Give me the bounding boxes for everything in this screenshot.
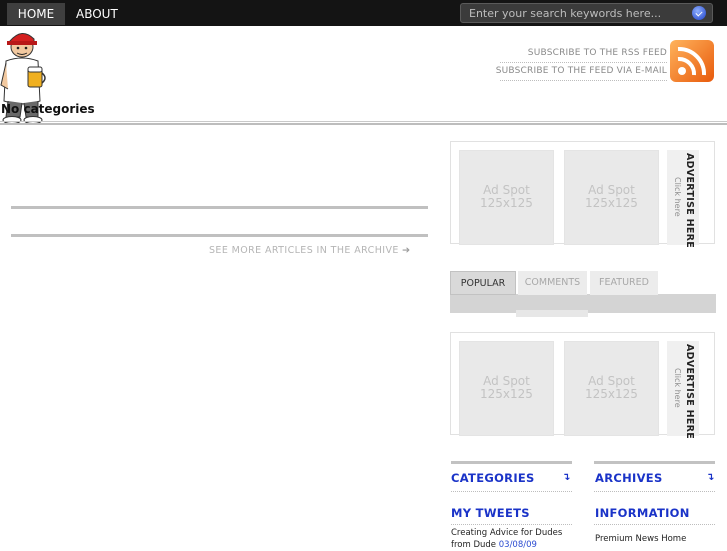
tab-featured[interactable]: FEATURED bbox=[590, 271, 658, 295]
rss-divider bbox=[500, 62, 667, 63]
categories-status-label: No categories bbox=[1, 102, 95, 116]
rss-subscribe-link[interactable]: SUBSCRIBE TO THE RSS FEED bbox=[528, 48, 667, 58]
ad-block-top: Ad Spot 125x125 Ad Spot 125x125 ADVERTIS… bbox=[450, 141, 715, 249]
email-subscribe-link[interactable]: SUBSCRIBE TO THE FEED VIA E-MAIL bbox=[496, 66, 667, 76]
information-link[interactable]: Premium News Home bbox=[595, 534, 686, 544]
ad-spot-size: 125x125 bbox=[480, 387, 533, 401]
advertise-here-label: ADVERTISE HERE bbox=[684, 153, 695, 249]
header-divider bbox=[0, 121, 727, 125]
nav-about-link[interactable]: ABOUT bbox=[76, 3, 118, 25]
search-input[interactable] bbox=[469, 5, 684, 21]
search-box bbox=[460, 3, 713, 23]
tweets-divider bbox=[451, 524, 572, 525]
rss-feed-icon[interactable] bbox=[670, 40, 714, 82]
archive-link[interactable]: SEE MORE ARTICLES IN THE ARCHIVE ➔ bbox=[209, 245, 411, 256]
click-here-label: Click here bbox=[673, 368, 682, 408]
expand-arrow-icon[interactable]: ↴ bbox=[562, 472, 570, 483]
advertise-here-link[interactable]: ADVERTISE HERE Click here bbox=[667, 341, 699, 440]
article-divider-top bbox=[11, 206, 428, 209]
categories-divider bbox=[451, 491, 572, 492]
information-divider bbox=[594, 524, 715, 525]
tab-comments[interactable]: COMMENTS bbox=[518, 271, 587, 295]
archives-heading[interactable]: ARCHIVES bbox=[595, 471, 663, 485]
arrow-right-icon: ➔ bbox=[402, 245, 411, 256]
advertise-here-link[interactable]: ADVERTISE HERE Click here bbox=[667, 150, 699, 249]
categories-heading[interactable]: CATEGORIES bbox=[451, 471, 535, 485]
ad-spot[interactable]: Ad Spot 125x125 bbox=[459, 150, 554, 245]
sidebar-tabs: POPULAR COMMENTS FEATURED bbox=[450, 271, 716, 317]
archives-top-rule bbox=[594, 461, 715, 464]
ad-spot-size: 125x125 bbox=[585, 387, 638, 401]
archives-divider bbox=[594, 491, 715, 492]
advertise-here-label: ADVERTISE HERE bbox=[684, 344, 695, 440]
archive-link-label: SEE MORE ARTICLES IN THE ARCHIVE bbox=[209, 245, 399, 256]
my-tweets-heading: MY TWEETS bbox=[451, 506, 530, 520]
article-divider-bottom bbox=[11, 234, 428, 237]
search-submit-icon[interactable] bbox=[692, 6, 706, 20]
ad-spot[interactable]: Ad Spot 125x125 bbox=[459, 341, 554, 436]
ad-block-bottom: Ad Spot 125x125 Ad Spot 125x125 ADVERTIS… bbox=[450, 332, 715, 440]
expand-arrow-icon[interactable]: ↴ bbox=[706, 472, 714, 483]
click-here-label: Click here bbox=[673, 177, 682, 217]
categories-top-rule bbox=[451, 461, 572, 464]
tweet-date-link[interactable]: 03/08/09 bbox=[499, 540, 537, 550]
nav-home-link[interactable]: HOME bbox=[7, 3, 65, 25]
email-divider bbox=[500, 80, 667, 81]
tweet-item: Creating Advice for Dudes from Dude 03/0… bbox=[451, 527, 576, 551]
top-navigation-bar: HOME ABOUT bbox=[0, 0, 727, 26]
tab-indicator bbox=[516, 310, 588, 317]
information-heading: INFORMATION bbox=[595, 506, 690, 520]
ad-spot[interactable]: Ad Spot 125x125 bbox=[564, 150, 659, 245]
ad-spot[interactable]: Ad Spot 125x125 bbox=[564, 341, 659, 436]
ad-spot-size: 125x125 bbox=[585, 196, 638, 210]
tab-popular[interactable]: POPULAR bbox=[450, 271, 516, 295]
ad-spot-size: 125x125 bbox=[480, 196, 533, 210]
